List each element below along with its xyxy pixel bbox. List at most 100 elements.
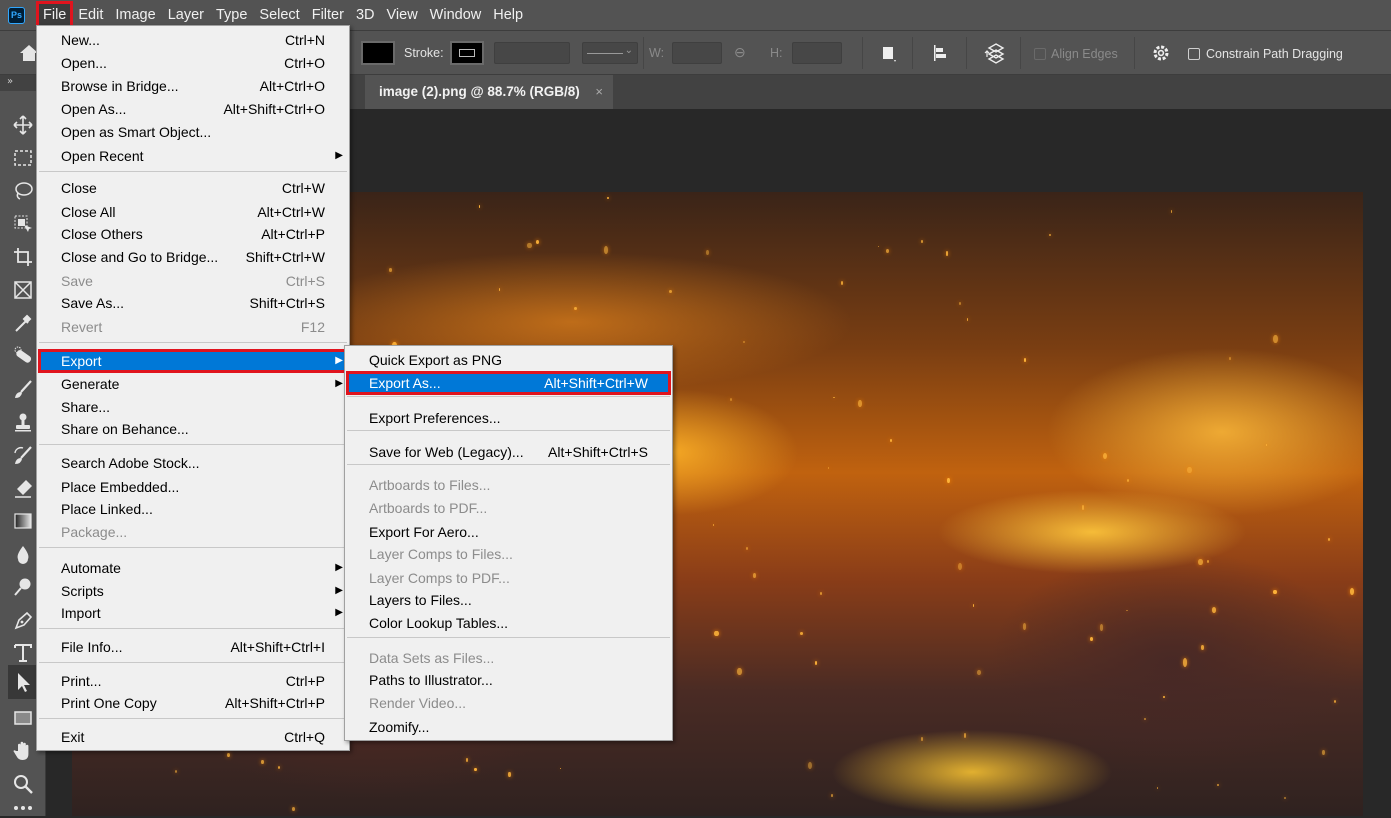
- menu-item-export-as[interactable]: Export As... Alt+Shift+Ctrl+W: [346, 371, 671, 395]
- healing-brush-tool-icon[interactable]: [8, 341, 38, 371]
- menu-item-layers-to-files[interactable]: Layers to Files...: [347, 589, 670, 611]
- menu-help[interactable]: Help: [487, 2, 529, 28]
- height-field[interactable]: [792, 42, 842, 64]
- menu-item-print[interactable]: Print... Ctrl+P: [39, 670, 347, 692]
- ember-particle: [669, 289, 673, 293]
- fill-swatch[interactable]: [361, 41, 395, 65]
- document-tab[interactable]: image (2).png @ 88.7% (RGB/8) ×: [365, 75, 613, 109]
- menu-item-browse-in-bridge[interactable]: Browse in Bridge... Alt+Ctrl+O: [39, 75, 347, 97]
- ember-particle: [1187, 467, 1192, 474]
- menu-3d[interactable]: 3D: [350, 2, 381, 28]
- menu-window[interactable]: Window: [424, 2, 488, 28]
- menu-item-save-as[interactable]: Save As... Shift+Ctrl+S: [39, 292, 347, 314]
- menu-item-close[interactable]: Close Ctrl+W: [39, 177, 347, 199]
- menu-item-open-recent[interactable]: Open Recent ▶: [39, 145, 347, 167]
- menu-item-zoomify[interactable]: Zoomify...: [347, 716, 670, 738]
- zoom-tool-icon[interactable]: [8, 769, 38, 799]
- constrain-path-checkbox[interactable]: [1188, 48, 1200, 60]
- menu-item-open-as[interactable]: Open As... Alt+Shift+Ctrl+O: [39, 98, 347, 120]
- menu-item-color-lookup-tables[interactable]: Color Lookup Tables...: [347, 612, 670, 634]
- menu-item-share-on-behance[interactable]: Share on Behance...: [39, 418, 347, 440]
- ember-particle: [714, 630, 719, 637]
- lasso-tool-icon[interactable]: [8, 176, 38, 206]
- object-selection-tool-icon[interactable]: [8, 209, 38, 239]
- menu-item-quick-export-as-png[interactable]: Quick Export as PNG: [347, 349, 670, 371]
- history-brush-tool-icon[interactable]: [8, 440, 38, 470]
- frame-tool-icon[interactable]: [8, 275, 38, 305]
- menu-item-save-for-web-legacy[interactable]: Save for Web (Legacy)... Alt+Shift+Ctrl+S: [347, 441, 670, 463]
- width-field[interactable]: [672, 42, 722, 64]
- stroke-width-field[interactable]: [494, 42, 570, 64]
- menu-item-revert: Revert F12: [39, 316, 347, 338]
- rectangle-tool-icon[interactable]: [8, 703, 38, 733]
- menu-item-export-for-aero[interactable]: Export For Aero...: [347, 521, 670, 543]
- move-tool-icon[interactable]: [8, 110, 38, 140]
- hand-tool-icon[interactable]: [8, 736, 38, 766]
- menu-item-close-and-go-to-bridge[interactable]: Close and Go to Bridge... Shift+Ctrl+W: [39, 246, 347, 268]
- clone-stamp-tool-icon[interactable]: [8, 407, 38, 437]
- menu-item-scripts[interactable]: Scripts ▶: [39, 580, 347, 602]
- menu-item-label: Artboards to Files...: [369, 477, 491, 493]
- ember-particle: [833, 396, 835, 399]
- ember-particle: [706, 250, 710, 256]
- menu-item-new[interactable]: New... Ctrl+N: [39, 29, 347, 51]
- stroke-swatch[interactable]: [450, 41, 484, 65]
- brush-tool-icon[interactable]: [8, 374, 38, 404]
- rectangular-marquee-tool-icon[interactable]: [8, 143, 38, 173]
- menu-item-open-as-smart-object[interactable]: Open as Smart Object...: [39, 121, 347, 143]
- path-operations-icon[interactable]: [874, 38, 904, 68]
- stroke-type-dropdown[interactable]: ⌄: [582, 42, 638, 64]
- ember-particle: [1206, 559, 1210, 563]
- gear-icon[interactable]: [1146, 38, 1176, 68]
- crop-tool-icon[interactable]: [8, 242, 38, 272]
- gradient-tool-icon[interactable]: [8, 506, 38, 536]
- menu-item-layer-comps-to-pdf: Layer Comps to PDF...: [347, 567, 670, 589]
- menu-item-label: Export: [61, 353, 102, 369]
- ember-particle: [1265, 443, 1268, 447]
- type-tool-icon[interactable]: [8, 638, 38, 668]
- menu-item-place-embedded[interactable]: Place Embedded...: [39, 476, 347, 498]
- menu-item-exit[interactable]: Exit Ctrl+Q: [39, 726, 347, 748]
- menu-item-share[interactable]: Share...: [39, 396, 347, 418]
- menu-item-file-info[interactable]: File Info... Alt+Shift+Ctrl+I: [39, 636, 347, 658]
- menu-item-close-others[interactable]: Close Others Alt+Ctrl+P: [39, 223, 347, 245]
- dodge-tool-icon[interactable]: [8, 572, 38, 602]
- eyedropper-tool-icon[interactable]: [8, 308, 38, 338]
- ember-particle: [1163, 696, 1165, 698]
- menu-item-label: Close All: [61, 204, 116, 220]
- align-edges-checkbox[interactable]: [1034, 48, 1046, 60]
- menu-item-place-linked[interactable]: Place Linked...: [39, 498, 347, 520]
- menu-item-close-all[interactable]: Close All Alt+Ctrl+W: [39, 201, 347, 223]
- path-alignment-icon[interactable]: [926, 38, 956, 68]
- path-arrangement-icon[interactable]: [980, 38, 1010, 68]
- path-selection-tool-icon[interactable]: [8, 665, 38, 699]
- blur-tool-icon[interactable]: [8, 539, 38, 569]
- menu-item-import[interactable]: Import ▶: [39, 602, 347, 624]
- menu-item-print-one-copy[interactable]: Print One Copy Alt+Shift+Ctrl+P: [39, 692, 347, 714]
- menu-item-label: Revert: [61, 319, 103, 335]
- ember-particle: [478, 205, 481, 209]
- ember-particle: [1272, 589, 1277, 595]
- menu-item-export-preferences[interactable]: Export Preferences...: [347, 407, 670, 429]
- ember-particle: [730, 398, 733, 401]
- menu-item-paths-to-illustrator[interactable]: Paths to Illustrator...: [347, 669, 670, 691]
- menu-item-open[interactable]: Open... Ctrl+O: [39, 52, 347, 74]
- menu-view[interactable]: View: [381, 2, 424, 28]
- menu-item-label: Place Embedded...: [61, 479, 180, 495]
- menu-item-search-adobe-stock[interactable]: Search Adobe Stock...: [39, 452, 347, 474]
- ember-particle: [840, 281, 843, 286]
- menu-item-shortcut: Alt+Shift+Ctrl+W: [544, 375, 648, 391]
- link-icon[interactable]: ⊖: [734, 44, 746, 61]
- menu-item-export[interactable]: Export ▶: [38, 349, 348, 373]
- close-icon[interactable]: ×: [595, 75, 603, 109]
- menu-item-shortcut: Alt+Shift+Ctrl+O: [223, 101, 325, 117]
- ember-particle: [291, 807, 296, 812]
- menu-item-generate[interactable]: Generate ▶: [39, 373, 347, 395]
- pen-tool-icon[interactable]: [8, 605, 38, 635]
- align-edges-label: Align Edges: [1051, 47, 1118, 61]
- menu-item-automate[interactable]: Automate ▶: [39, 557, 347, 579]
- menu-item-shortcut: Ctrl+O: [284, 55, 325, 71]
- menu-item-label: Save: [61, 273, 93, 289]
- more-tools-icon[interactable]: [8, 798, 38, 818]
- eraser-tool-icon[interactable]: [8, 473, 38, 503]
